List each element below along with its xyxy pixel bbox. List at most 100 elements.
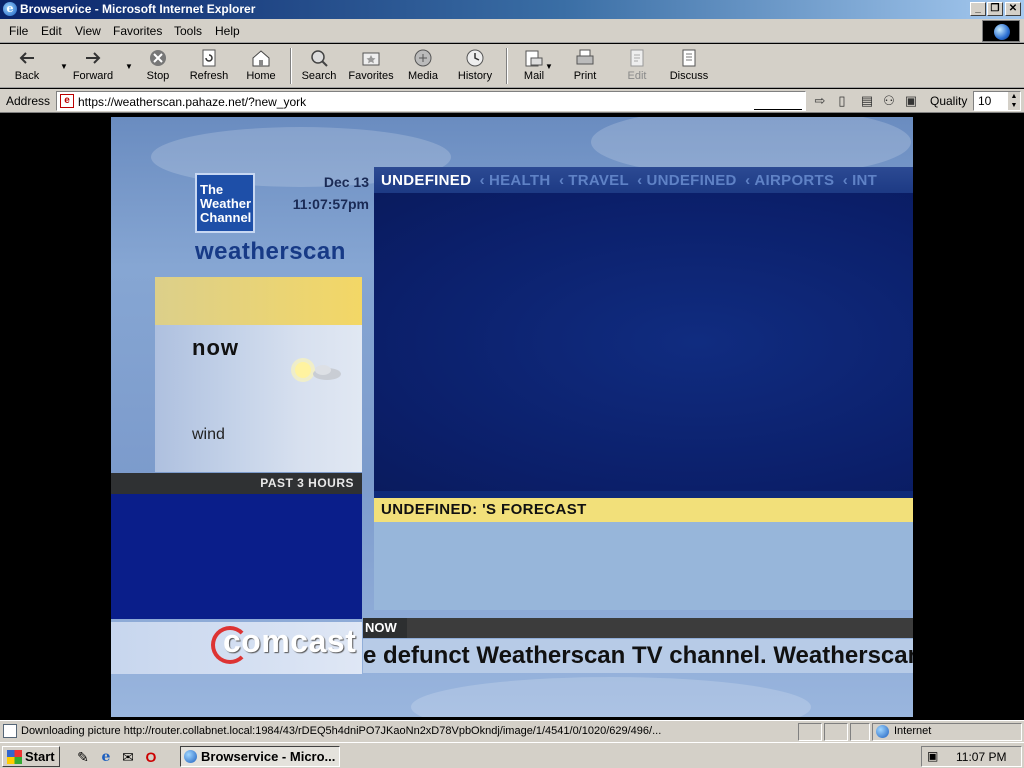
nav-item-undefined: UNDEFINED [646,172,737,189]
taskbar: Start ✎ e ✉ O Browservice - Micro... ▣ 1… [0,742,1024,768]
quality-label: Quality [930,94,968,108]
binoculars-icon[interactable]: ⚇ [880,92,898,110]
favorites-button[interactable]: Favorites [345,46,397,86]
past-3-hours-bar: PAST 3 HOURS [111,473,362,494]
windows-flag-icon [7,750,22,764]
ie-throbber [982,20,1020,42]
page-setup-icon[interactable]: ▤ [858,92,876,110]
back-button[interactable]: Back [4,46,50,86]
weatherscan-brand: weatherscan [195,238,346,265]
address-url[interactable]: https://weatherscan.pahaze.net/?new_york [78,95,306,109]
discuss-icon [682,49,696,67]
discuss-button[interactable]: Discuss [666,46,712,86]
menu-help[interactable]: Help [215,24,240,38]
chevron-down-icon: ▼ [545,62,553,71]
text-cursor-underline [754,109,802,110]
home-icon [252,50,270,67]
taskbar-item-browservice[interactable]: Browservice - Micro... [180,746,340,767]
address-input[interactable]: e https://weatherscan.pahaze.net/?new_yo… [56,91,806,111]
current-conditions-panel: now wind [155,277,362,472]
date-display: Dec 13 [323,174,369,190]
search-button[interactable]: Search [298,46,340,86]
weatherscan-screen[interactable]: The Weather Channel Dec 13 11:07:57pm we… [111,117,913,717]
history-label: History [457,70,493,82]
menu-edit[interactable]: Edit [41,24,62,38]
ie-quicklaunch-icon[interactable]: e [97,748,115,766]
sponsor-logo: comcast [223,623,357,659]
minimize-button[interactable]: _ [970,2,986,16]
favorites-label: Favorites [348,70,394,82]
menu-tools[interactable]: Tools [174,24,202,38]
now-strip [407,618,913,638]
search-icon [311,50,328,67]
quality-stepper[interactable]: 10 ▲ ▼ [973,91,1021,111]
nav-item-health: HEALTH [488,172,551,189]
cloud-decor [411,677,811,717]
spinner-arrows-icon[interactable]: ▲ ▼ [1008,92,1020,110]
close-button[interactable]: ✕ [1005,2,1021,16]
tray-clock[interactable]: 11:07 PM [956,750,1006,764]
partly-cloudy-night-icon [291,358,341,382]
stop-label: Stop [146,70,170,82]
chevron-down-icon: ▼ [125,62,133,71]
standard-toolbar: Back ▼ Forward ▼ Stop Refresh Home Searc… [0,44,1024,88]
history-icon [466,49,484,67]
menu-file[interactable]: File [9,24,28,38]
refresh-button[interactable]: Refresh [186,46,232,86]
forward-button[interactable]: Forward [68,46,118,86]
back-dropdown[interactable]: ▼ [55,46,68,86]
chevron-left-icon: ‹ [479,172,485,189]
refresh-label: Refresh [189,70,229,82]
printer-icon [576,49,594,65]
show-desktop-icon[interactable]: ✎ [74,748,92,766]
internet-explorer-icon [184,750,197,763]
nav-item-travel: TRAVEL [568,172,629,189]
home-button[interactable]: Home [242,46,280,86]
menu-favorites[interactable]: Favorites [113,24,162,38]
weather-channel-logo: The Weather Channel [195,173,255,233]
opera-quicklaunch-icon[interactable]: O [142,748,160,766]
refresh-icon [202,49,216,67]
menu-bar: File Edit View Favorites Tools Help [0,19,1024,43]
forward-arrow-icon [86,52,101,64]
nav-item-active: UNDEFINED [381,172,472,189]
tray-network-icon[interactable]: ▣ [927,749,942,764]
task-label: Browservice - Micro... [201,749,336,764]
favorites-folder-icon [362,52,380,66]
zone-label: Internet [894,725,932,737]
edit-button[interactable]: Edit [622,46,652,86]
browser-viewport[interactable]: The Weather Channel Dec 13 11:07:57pm we… [0,114,1024,720]
map-area [374,193,913,491]
quality-value[interactable]: 10 [978,94,991,108]
edit-label: Edit [627,70,647,82]
forward-dropdown[interactable]: ▼ [120,46,133,86]
search-label: Search [301,70,337,82]
outlook-quicklaunch-icon[interactable]: ✉ [119,748,137,766]
page-loading-icon [3,724,17,738]
toolbar-separator [290,48,292,84]
bookmark-icon[interactable]: ▯ [833,92,851,110]
window-titlebar[interactable]: e Browservice - Microsoft Internet Explo… [0,0,1024,19]
menu-view[interactable]: View [75,24,101,38]
internet-zone-icon [876,725,889,738]
home-label: Home [246,70,276,82]
print-label: Print [573,70,597,82]
back-arrow-icon [19,52,34,64]
go-arrow-icon[interactable]: ⇨ [811,92,829,110]
clipboard-icon[interactable]: ▣ [902,92,920,110]
media-button[interactable]: Media [403,46,443,86]
status-cell [850,723,870,741]
start-label: Start [25,749,55,764]
internet-explorer-icon: e [3,2,17,16]
chevron-left-icon: ‹ [637,172,643,189]
nav-item-airports: AIRPORTS [754,172,835,189]
history-button[interactable]: History [453,46,497,86]
start-button[interactable]: Start [2,746,60,767]
stop-icon [150,50,166,66]
mail-dropdown[interactable]: ▼ [541,46,553,86]
conditions-header-bar [155,277,362,325]
restore-button[interactable]: ❐ [987,2,1003,16]
status-cell [798,723,822,741]
print-button[interactable]: Print [568,46,602,86]
stop-button[interactable]: Stop [140,46,176,86]
